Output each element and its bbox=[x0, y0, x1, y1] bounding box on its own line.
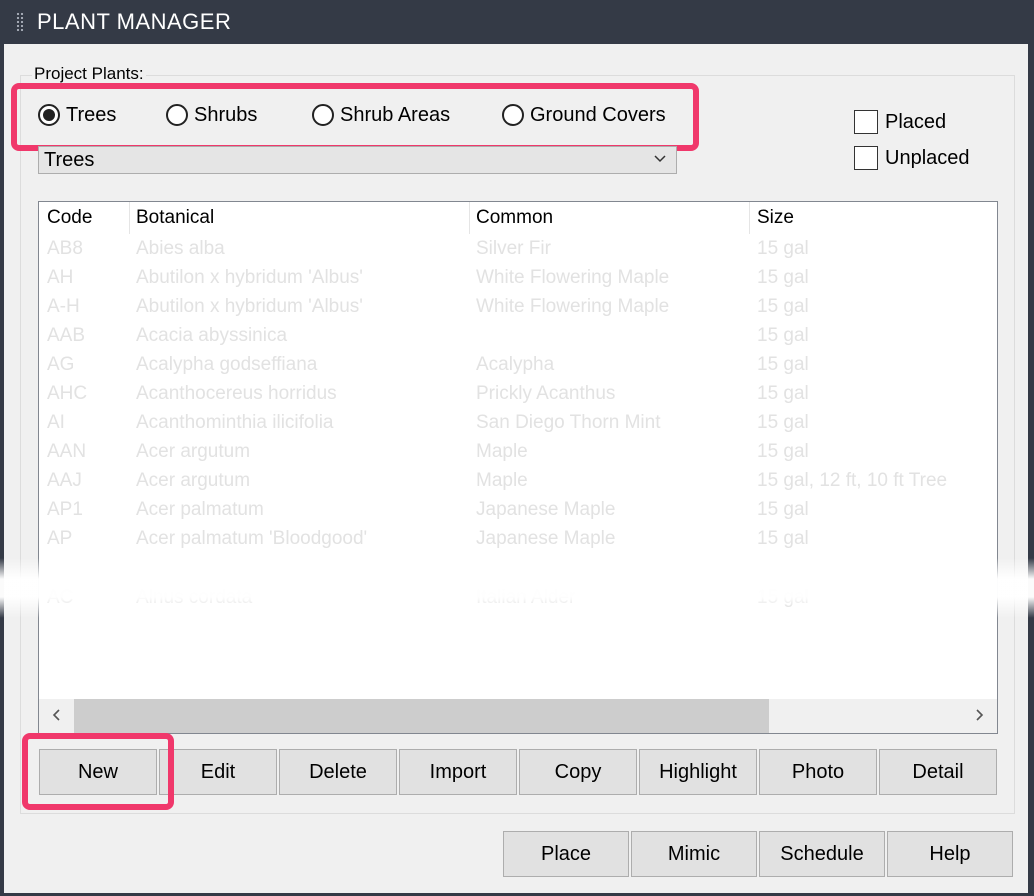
table-row[interactable]: AAN Acer argutum Maple 15 gal bbox=[39, 437, 997, 466]
new-button-highlight bbox=[22, 733, 174, 810]
column-header-common[interactable]: Common bbox=[476, 207, 553, 229]
radio-group-highlight bbox=[11, 83, 699, 151]
table-row[interactable]: A-H Abutilon x hybridum 'Albus' White Flow… bbox=[39, 292, 997, 321]
table-row[interactable]: AG Acalypha godseffiana Acalypha 15 gal bbox=[39, 350, 997, 379]
placed-label: Placed bbox=[885, 110, 947, 133]
window-title: PLANT MANAGER bbox=[37, 9, 232, 34]
row-size: 15 gal bbox=[757, 238, 809, 259]
unplaced-label: Unplaced bbox=[885, 146, 970, 169]
row-common: Italian Alder bbox=[476, 587, 576, 608]
dropdown-value: Trees bbox=[44, 149, 95, 171]
row-code: AP bbox=[47, 528, 73, 549]
row-code: AH bbox=[47, 267, 74, 288]
row-botanical: Acacia abyssinica bbox=[136, 325, 288, 346]
row-botanical: Abutilon x hybridum 'Albus' bbox=[136, 267, 363, 288]
copy-button[interactable]: Copy bbox=[519, 749, 637, 795]
row-code: AI bbox=[47, 412, 65, 433]
row-botanical: Acer argutum bbox=[136, 470, 251, 491]
row-common: San Diego Thorn Mint bbox=[476, 412, 661, 433]
help-button[interactable]: Help bbox=[887, 831, 1013, 877]
row-code: AP1 bbox=[47, 499, 83, 520]
row-botanical: Acalypha godseffiana bbox=[136, 354, 318, 375]
row-size: 15 gal bbox=[757, 267, 809, 288]
row-size: 15 gal bbox=[757, 325, 809, 346]
row-common: Japanese Maple bbox=[476, 528, 616, 549]
table-row[interactable]: AC Alnus cordata Italian Alder 15 gal bbox=[39, 583, 997, 612]
plant-list[interactable]: Code Botanical Common Size AB8 Abies alba… bbox=[38, 201, 998, 734]
mimic-button[interactable]: Mimic bbox=[631, 831, 757, 877]
row-size: 15 gal bbox=[757, 441, 809, 462]
place-button[interactable]: Place bbox=[503, 831, 629, 877]
row-botanical: Abies alba bbox=[136, 238, 225, 259]
row-code: AAJ bbox=[47, 470, 82, 491]
row-botanical: Acer palmatum bbox=[136, 499, 264, 520]
import-button[interactable]: Import bbox=[399, 749, 517, 795]
scroll-left-icon[interactable] bbox=[51, 708, 63, 722]
column-header-size[interactable]: Size bbox=[757, 207, 794, 229]
row-size: 15 gal bbox=[757, 412, 809, 433]
photo-button[interactable]: Photo bbox=[759, 749, 877, 795]
column-header-botanical[interactable]: Botanical bbox=[136, 207, 214, 229]
row-botanical: Acer argutum bbox=[136, 441, 251, 462]
row-common: Prickly Acanthus bbox=[476, 383, 616, 404]
table-row[interactable]: AAJ Acer argutum Maple 15 gal, 12 ft, 10 ft… bbox=[39, 466, 997, 495]
placed-checkbox[interactable]: Placed bbox=[854, 109, 946, 135]
chevron-down-icon bbox=[654, 155, 666, 163]
table-row[interactable]: AI Acanthominthia ilicifolia San Diego Tho… bbox=[39, 408, 997, 437]
row-code: AG bbox=[47, 354, 75, 375]
row-code: AC bbox=[47, 587, 74, 608]
highlight-button[interactable]: Highlight bbox=[639, 749, 757, 795]
row-size: 15 gal bbox=[757, 499, 809, 520]
drag-grip-icon[interactable] bbox=[16, 12, 24, 32]
row-botanical: Acanthocereus horridus bbox=[136, 383, 337, 404]
delete-button[interactable]: Delete bbox=[279, 749, 397, 795]
row-botanical: Alnus cordata bbox=[136, 587, 253, 608]
row-common: White Flowering Maple bbox=[476, 296, 670, 317]
row-common: Silver Fir bbox=[476, 238, 551, 259]
row-common: Maple bbox=[476, 441, 528, 462]
row-size: 15 gal bbox=[757, 296, 809, 317]
window-frame-right bbox=[1028, 44, 1034, 896]
window-frame-left bbox=[0, 44, 4, 896]
table-row[interactable]: AP Acer palmatum 'Bloodgood' Japanese Mapl… bbox=[39, 524, 997, 553]
table-row[interactable]: AHC Acanthocereus horridus Prickly Acanthu… bbox=[39, 379, 997, 408]
row-botanical: Acanthominthia ilicifolia bbox=[136, 412, 334, 433]
row-size: 15 gal bbox=[757, 587, 809, 608]
project-plants-label: Project Plants: bbox=[32, 64, 146, 84]
checkbox-box[interactable] bbox=[854, 110, 878, 134]
table-row[interactable]: AH Abutilon x hybridum 'Albus' White Flowe… bbox=[39, 263, 997, 292]
column-header-code[interactable]: Code bbox=[47, 207, 92, 229]
row-code: AHC bbox=[47, 383, 88, 404]
table-row[interactable]: AB8 Abies alba Silver Fir 15 gal bbox=[39, 234, 997, 263]
plant-filter-dropdown[interactable]: Trees bbox=[38, 146, 677, 174]
schedule-button[interactable]: Schedule bbox=[759, 831, 885, 877]
scroll-right-icon[interactable] bbox=[973, 708, 985, 722]
horizontal-scrollbar[interactable] bbox=[39, 699, 997, 733]
table-row[interactable]: AP1 Acer palmatum Japanese Maple 15 gal bbox=[39, 495, 997, 524]
row-size: 15 gal bbox=[757, 383, 809, 404]
row-common: White Flowering Maple bbox=[476, 267, 670, 288]
checkbox-box[interactable] bbox=[854, 146, 878, 170]
title-bar[interactable]: PLANT MANAGER bbox=[0, 0, 1034, 44]
row-botanical: Acer palmatum 'Bloodgood' bbox=[136, 528, 368, 549]
edit-button[interactable]: Edit bbox=[159, 749, 277, 795]
row-code: A-H bbox=[47, 296, 80, 317]
unplaced-checkbox[interactable]: Unplaced bbox=[854, 145, 970, 171]
list-header: Code Botanical Common Size bbox=[39, 202, 997, 234]
table-row[interactable] bbox=[39, 553, 997, 582]
detail-button[interactable]: Detail bbox=[879, 749, 997, 795]
row-common: Acalypha bbox=[476, 354, 555, 375]
row-size: 15 gal, 12 ft, 10 ft Tree bbox=[757, 470, 948, 491]
row-code: AAB bbox=[47, 325, 86, 346]
row-size: 15 gal bbox=[757, 354, 809, 375]
row-common: Maple bbox=[476, 470, 528, 491]
row-botanical: Abutilon x hybridum 'Albus' bbox=[136, 296, 363, 317]
row-code: AAN bbox=[47, 441, 87, 462]
row-size: 15 gal bbox=[757, 528, 809, 549]
row-common: Japanese Maple bbox=[476, 499, 616, 520]
row-code: AB8 bbox=[47, 238, 83, 259]
scrollbar-thumb[interactable] bbox=[74, 699, 769, 733]
table-row[interactable]: AAB Acacia abyssinica 15 gal bbox=[39, 321, 997, 350]
